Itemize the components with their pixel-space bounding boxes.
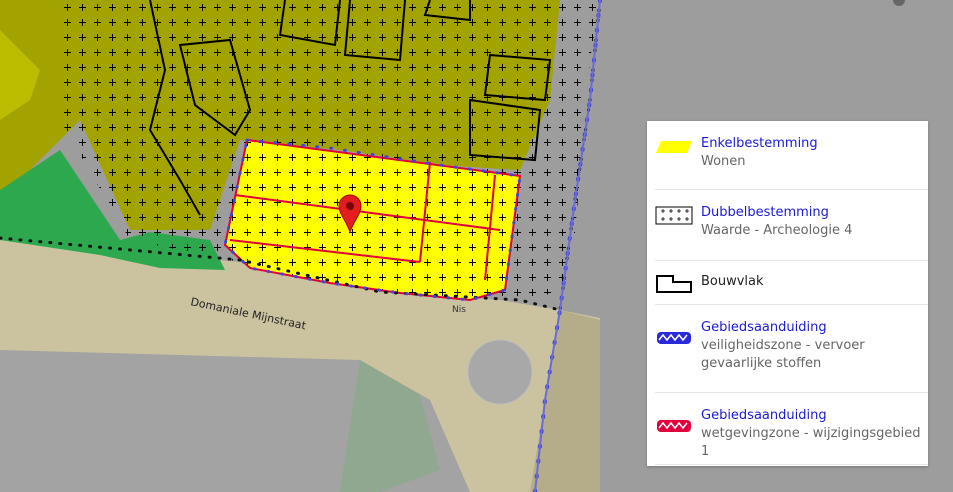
roundabout [467,339,533,405]
building-outline-icon [656,275,692,293]
red-zone-icon [657,420,691,432]
blue-zone-icon [657,332,691,344]
legend-subtitle: veiligheidszone - vervoer gevaarlijke st… [701,338,865,371]
legend-title: Dubbelbestemming [701,205,829,220]
legend-title: Gebiedsaanduiding [701,320,827,335]
street-label-2: Nis [452,305,466,315]
legend-title: Enkelbestemming [701,136,818,151]
legend-title: Gebiedsaanduiding [701,408,827,423]
legend-panel: Enkelbestemming Wonen Dubbelbestemming W… [647,121,928,466]
legend-item-gebiedsaanduiding-wetgeving: Gebiedsaanduiding wetgevingzone - wijzig… [655,393,928,465]
legend-subtitle: Waarde - Archeologie 4 [701,223,853,238]
legend-title: Bouwvlak [701,274,764,289]
legend-item-enkelbestemming: Enkelbestemming Wonen [655,121,928,190]
yellow-parallelogram-icon [656,141,692,153]
legend-item-bouwvlak: Bouwvlak [655,261,928,305]
legend-item-gebiedsaanduiding-veiligheid: Gebiedsaanduiding veiligheidszone - verv… [655,305,928,393]
legend-subtitle: Wonen [701,154,746,169]
cross-hatch-icon [655,206,693,225]
legend-subtitle: wetgevingzone - wijzigingsgebied 1 [701,426,921,459]
legend-item-dubbelbestemming: Dubbelbestemming Waarde - Archeologie 4 [655,190,928,261]
